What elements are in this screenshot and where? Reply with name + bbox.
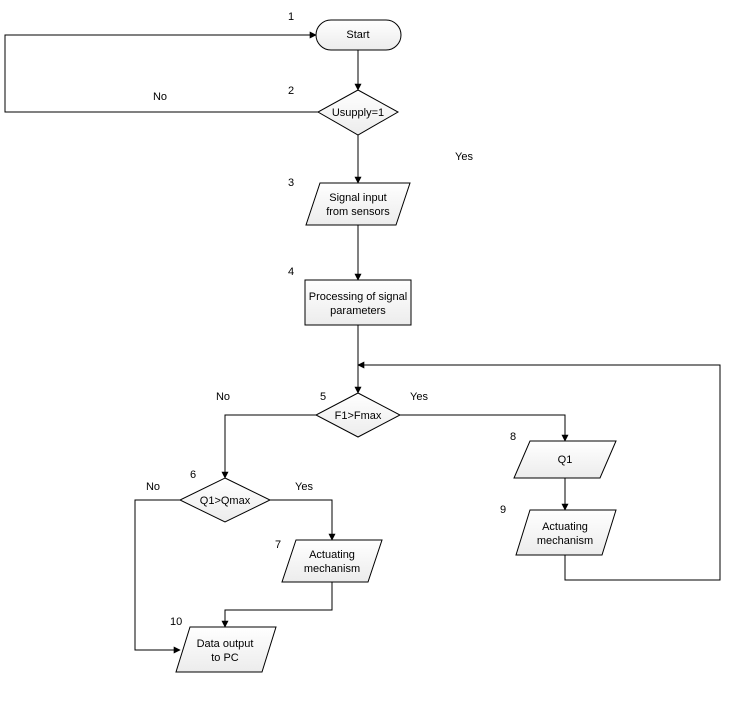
edge-6-no-label: No — [146, 481, 160, 493]
step-num-3: 3 — [288, 177, 294, 189]
step-num-10: 10 — [170, 616, 182, 628]
flowchart-canvas: No Yes No Yes Yes No Start 1 Usupply=1 2… — [0, 0, 729, 707]
edge-5-6-no — [225, 415, 316, 478]
node-actuating-7-l1: Actuating — [309, 549, 355, 561]
node-f1-fmax-label: F1>Fmax — [335, 410, 382, 422]
node-data-output-l1: Data output — [197, 638, 254, 650]
step-num-5: 5 — [320, 391, 326, 403]
step-num-8: 8 — [510, 431, 516, 443]
edge-7-10 — [225, 582, 332, 627]
edge-2-no-label: No — [153, 91, 167, 103]
step-num-2: 2 — [288, 85, 294, 97]
node-actuating-9-l1: Actuating — [542, 521, 588, 533]
step-num-7: 7 — [275, 539, 281, 551]
edge-5-yes-label: Yes — [410, 391, 428, 403]
edge-6-yes-label: Yes — [295, 481, 313, 493]
node-signal-input: Signal input from sensors 3 — [288, 177, 410, 225]
node-start: Start 1 — [288, 11, 401, 50]
edge-5-no-label: No — [216, 391, 230, 403]
edge-5-8-yes — [400, 415, 565, 441]
node-actuating-9: Actuating mechanism 9 — [500, 504, 616, 555]
step-num-4: 4 — [288, 266, 294, 278]
node-start-label: Start — [346, 29, 369, 41]
node-actuating-9-l2: mechanism — [537, 535, 593, 547]
node-data-output-l2: to PC — [211, 652, 239, 664]
node-usupply-decision: Usupply=1 2 — [288, 85, 398, 135]
node-actuating-7-l2: mechanism — [304, 563, 360, 575]
node-data-output: Data output to PC 10 — [170, 616, 276, 672]
node-processing: Processing of signal parameters 4 — [288, 266, 411, 325]
edge-6-7-yes — [270, 500, 332, 540]
node-processing-label-l1: Processing of signal — [309, 291, 407, 303]
node-usupply-label: Usupply=1 — [332, 107, 384, 119]
node-q1: Q1 8 — [510, 431, 616, 478]
node-signal-input-label-l1: Signal input — [329, 192, 387, 204]
step-num-1: 1 — [288, 11, 294, 23]
node-q1-label: Q1 — [558, 454, 573, 466]
step-num-6: 6 — [190, 469, 196, 481]
edge-2-yes-label: Yes — [455, 151, 473, 163]
step-num-9: 9 — [500, 504, 506, 516]
node-f1-fmax-decision: F1>Fmax 5 — [316, 391, 400, 437]
node-actuating-7: Actuating mechanism 7 — [275, 539, 382, 582]
node-q1-qmax-label: Q1>Qmax — [200, 495, 251, 507]
node-processing-label-l2: parameters — [330, 305, 386, 317]
node-signal-input-label-l2: from sensors — [326, 206, 390, 218]
